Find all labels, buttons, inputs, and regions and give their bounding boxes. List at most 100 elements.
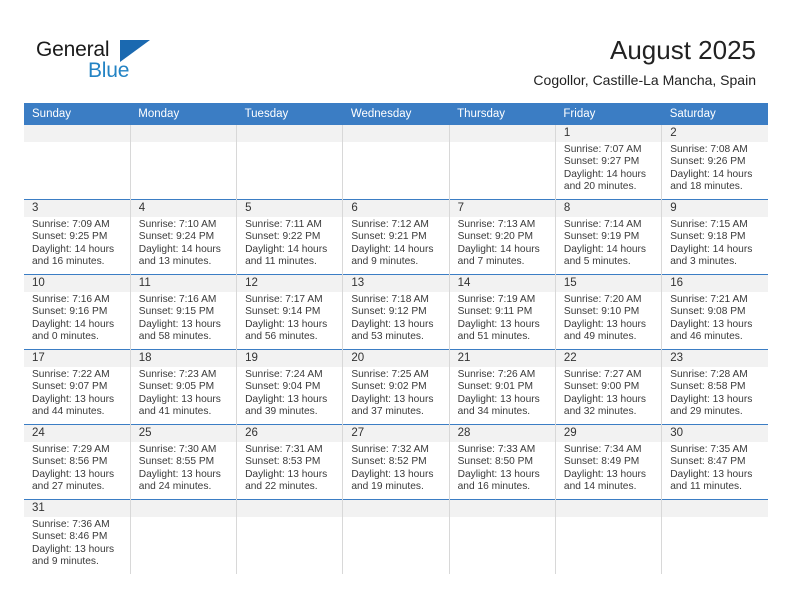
sunrise-time: Sunrise: 7:17 AM — [245, 294, 323, 305]
sunset-time: Sunset: 9:04 PM — [245, 381, 321, 393]
sunrise-time: Sunrise: 7:25 AM — [351, 369, 429, 380]
day-sun-info: Sunrise: 7:09 AM Sunset: 9:25 PM Daylight:… — [24, 217, 130, 269]
daylight-duration-line1: Daylight: 13 hours — [32, 468, 115, 480]
daylight-duration-line2: and 16 minutes. — [32, 256, 105, 268]
day-sun-info: Sunrise: 7:14 AM Sunset: 9:19 PM Daylight:… — [556, 217, 661, 269]
day-cell-content — [237, 125, 343, 199]
daylight-duration-line1: Daylight: 14 hours — [245, 243, 328, 255]
day-cell-content — [24, 125, 130, 199]
calendar-day-cell[interactable]: 27 Sunrise: 7:32 AM Sunset: 8:52 PM Dayligh… — [342, 424, 450, 500]
calendar-day-cell[interactable]: 7 Sunrise: 7:13 AM Sunset: 9:20 PM Daylight… — [449, 199, 556, 275]
calendar-day-cell[interactable]: 3 Sunrise: 7:09 AM Sunset: 9:25 PM Daylight… — [24, 199, 131, 275]
daylight-duration-line2: and 19 minutes. — [351, 481, 424, 493]
daylight-duration-line2: and 7 minutes. — [457, 256, 525, 268]
calendar-day-cell[interactable]: 6 Sunrise: 7:12 AM Sunset: 9:21 PM Daylight… — [342, 199, 450, 275]
calendar-day-cell[interactable]: 4 Sunrise: 7:10 AM Sunset: 9:24 PM Daylight… — [130, 199, 238, 275]
calendar-day-cell[interactable]: 26 Sunrise: 7:31 AM Sunset: 8:53 PM Dayligh… — [236, 424, 344, 500]
sunset-time: Sunset: 9:01 PM — [457, 381, 533, 393]
daylight-duration-line2: and 11 minutes. — [670, 481, 742, 493]
sunset-time: Sunset: 9:10 PM — [563, 306, 640, 318]
general-blue-logo: General Blue — [36, 38, 166, 88]
weekday-header-monday: Monday — [130, 103, 237, 125]
calendar-day-cell[interactable]: 25 Sunrise: 7:30 AM Sunset: 8:55 PM Dayligh… — [130, 424, 238, 500]
day-cell-content: 21 Sunrise: 7:26 AM Sunset: 9:01 PM Dayligh… — [449, 350, 555, 424]
day-number: 22 — [555, 350, 662, 367]
sunset-time: Sunset: 9:19 PM — [563, 231, 640, 243]
calendar-day-cell[interactable]: 20 Sunrise: 7:25 AM Sunset: 9:02 PM Dayligh… — [342, 349, 450, 425]
day-cell-content: 23 Sunrise: 7:28 AM Sunset: 8:58 PM Dayligh… — [662, 350, 768, 424]
daylight-duration-line2: and 46 minutes. — [670, 331, 743, 343]
sunrise-time: Sunrise: 7:28 AM — [670, 369, 748, 380]
calendar-day-cell[interactable]: 12 Sunrise: 7:17 AM Sunset: 9:14 PM Dayligh… — [236, 274, 344, 350]
daylight-duration-line2: and 14 minutes. — [563, 481, 637, 493]
sunset-time: Sunset: 8:50 PM — [457, 456, 533, 468]
calendar-day-cell[interactable]: 19 Sunrise: 7:24 AM Sunset: 9:04 PM Dayligh… — [236, 349, 344, 425]
calendar-day-cell[interactable]: 28 Sunrise: 7:33 AM Sunset: 8:50 PM Dayligh… — [449, 424, 556, 500]
daylight-duration-line2: and 51 minutes. — [457, 331, 531, 343]
daylight-duration-line2: and 9 minutes. — [351, 256, 419, 268]
page-subtitle: Cogollor, Castille-La Mancha, Spain — [533, 72, 756, 88]
day-cell-content: 12 Sunrise: 7:17 AM Sunset: 9:14 PM Dayligh… — [237, 275, 343, 349]
calendar-day-cell[interactable]: 17 Sunrise: 7:22 AM Sunset: 9:07 PM Dayligh… — [24, 349, 131, 425]
calendar-day-cell[interactable]: 13 Sunrise: 7:18 AM Sunset: 9:12 PM Dayligh… — [342, 274, 450, 350]
daylight-duration-line1: Daylight: 13 hours — [138, 318, 221, 330]
day-number — [449, 500, 555, 517]
day-sun-info: Sunrise: 7:19 AM Sunset: 9:11 PM Daylight:… — [450, 292, 555, 344]
calendar-day-cell[interactable]: 29 Sunrise: 7:34 AM Sunset: 8:49 PM Dayligh… — [555, 424, 663, 500]
calendar-day-cell[interactable]: 22 Sunrise: 7:27 AM Sunset: 9:00 PM Dayligh… — [555, 349, 663, 425]
calendar-day-cell[interactable]: 21 Sunrise: 7:26 AM Sunset: 9:01 PM Dayligh… — [449, 349, 556, 425]
day-cell-content: 16 Sunrise: 7:21 AM Sunset: 9:08 PM Dayligh… — [662, 275, 768, 349]
calendar-day-cell[interactable]: 5 Sunrise: 7:11 AM Sunset: 9:22 PM Daylight… — [236, 199, 344, 275]
calendar-day-cell — [130, 125, 238, 200]
day-cell-content — [449, 500, 555, 574]
calendar-day-cell[interactable]: 2 Sunrise: 7:08 AM Sunset: 9:26 PM Daylight… — [661, 125, 768, 200]
calendar-day-cell[interactable]: 18 Sunrise: 7:23 AM Sunset: 9:05 PM Dayligh… — [130, 349, 238, 425]
day-sun-info: Sunrise: 7:29 AM Sunset: 8:56 PM Daylight:… — [24, 442, 130, 494]
calendar-day-cell[interactable]: 8 Sunrise: 7:14 AM Sunset: 9:19 PM Daylight… — [555, 199, 663, 275]
day-sun-info: Sunrise: 7:22 AM Sunset: 9:07 PM Daylight:… — [24, 367, 130, 419]
calendar-week-row: 17 Sunrise: 7:22 AM Sunset: 9:07 PM Dayligh… — [24, 349, 768, 425]
day-cell-content — [237, 500, 343, 574]
calendar-day-cell[interactable]: 9 Sunrise: 7:15 AM Sunset: 9:18 PM Daylight… — [661, 199, 768, 275]
calendar-day-cell[interactable]: 1 Sunrise: 7:07 AM Sunset: 9:27 PM Daylight… — [555, 125, 663, 200]
calendar-day-cell[interactable]: 24 Sunrise: 7:29 AM Sunset: 8:56 PM Dayligh… — [24, 424, 131, 500]
sunrise-time: Sunrise: 7:09 AM — [32, 219, 110, 230]
daylight-duration-line2: and 5 minutes. — [563, 256, 631, 268]
calendar-day-cell[interactable]: 23 Sunrise: 7:28 AM Sunset: 8:58 PM Dayligh… — [661, 349, 768, 425]
daylight-duration-line2: and 24 minutes. — [138, 481, 212, 493]
day-number — [555, 500, 662, 517]
calendar-day-cell[interactable]: 15 Sunrise: 7:20 AM Sunset: 9:10 PM Dayligh… — [555, 274, 663, 350]
daylight-duration-line2: and 11 minutes. — [245, 256, 317, 268]
day-number: 7 — [449, 200, 555, 217]
day-sun-info: Sunrise: 7:33 AM Sunset: 8:50 PM Daylight:… — [450, 442, 555, 494]
calendar-day-cell[interactable]: 14 Sunrise: 7:19 AM Sunset: 9:11 PM Dayligh… — [449, 274, 556, 350]
day-cell-content: 7 Sunrise: 7:13 AM Sunset: 9:20 PM Daylight… — [449, 200, 555, 274]
calendar-day-cell[interactable]: 30 Sunrise: 7:35 AM Sunset: 8:47 PM Dayligh… — [661, 424, 768, 500]
daylight-duration-line1: Daylight: 14 hours — [351, 243, 434, 255]
daylight-duration-line1: Daylight: 14 hours — [138, 243, 221, 255]
calendar-day-cell[interactable]: 16 Sunrise: 7:21 AM Sunset: 9:08 PM Dayligh… — [661, 274, 768, 350]
sunset-time: Sunset: 8:58 PM — [670, 381, 746, 393]
calendar-day-cell[interactable]: 11 Sunrise: 7:16 AM Sunset: 9:15 PM Dayligh… — [130, 274, 238, 350]
day-sun-info: Sunrise: 7:13 AM Sunset: 9:20 PM Daylight:… — [450, 217, 555, 269]
daylight-duration-line1: Daylight: 14 hours — [32, 243, 115, 255]
day-sun-info: Sunrise: 7:18 AM Sunset: 9:12 PM Daylight:… — [343, 292, 448, 344]
sunrise-time: Sunrise: 7:21 AM — [670, 294, 748, 305]
sunset-time: Sunset: 9:22 PM — [245, 231, 321, 243]
calendar-day-cell[interactable]: 10 Sunrise: 7:16 AM Sunset: 9:16 PM Dayligh… — [24, 274, 131, 350]
calendar-week-row: 24 Sunrise: 7:29 AM Sunset: 8:56 PM Dayligh… — [24, 424, 768, 500]
day-number — [237, 125, 343, 142]
day-number: 28 — [449, 425, 555, 442]
day-sun-info: Sunrise: 7:16 AM Sunset: 9:15 PM Daylight:… — [131, 292, 236, 344]
sunset-time: Sunset: 8:52 PM — [351, 456, 427, 468]
weekday-header-saturday: Saturday — [661, 103, 768, 125]
calendar-week-row: 1 Sunrise: 7:07 AM Sunset: 9:27 PM Daylight… — [24, 125, 768, 200]
daylight-duration-line2: and 44 minutes. — [32, 406, 105, 418]
calendar-day-cell[interactable]: 31 Sunrise: 7:36 AM Sunset: 8:46 PM Dayligh… — [24, 499, 131, 574]
day-sun-info: Sunrise: 7:28 AM Sunset: 8:58 PM Daylight:… — [662, 367, 768, 419]
day-cell-content: 14 Sunrise: 7:19 AM Sunset: 9:11 PM Dayligh… — [449, 275, 555, 349]
daylight-duration-line2: and 34 minutes. — [457, 406, 531, 418]
sunset-time: Sunset: 8:46 PM — [32, 531, 108, 543]
day-cell-content: 19 Sunrise: 7:24 AM Sunset: 9:04 PM Dayligh… — [237, 350, 343, 424]
daylight-duration-line1: Daylight: 13 hours — [457, 468, 540, 480]
